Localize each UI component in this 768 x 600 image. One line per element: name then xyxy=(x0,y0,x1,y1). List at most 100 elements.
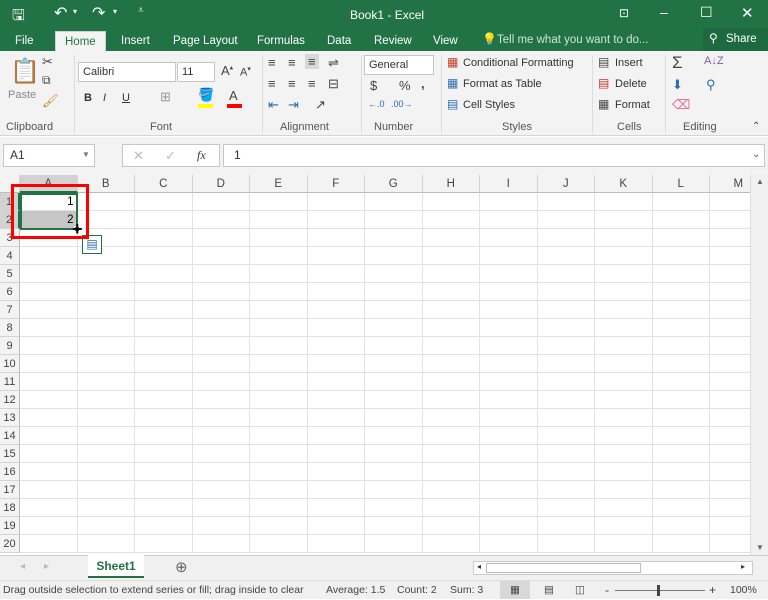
column-header-D[interactable]: D xyxy=(192,175,250,193)
cell-G18[interactable] xyxy=(365,499,423,517)
cell-L13[interactable] xyxy=(652,409,710,427)
underline-button[interactable]: U xyxy=(122,92,130,104)
cell-E7[interactable] xyxy=(250,301,308,319)
cell-M9[interactable] xyxy=(710,337,750,355)
cell-G17[interactable] xyxy=(365,481,423,499)
cell-C6[interactable] xyxy=(135,283,193,301)
column-header-A[interactable]: A xyxy=(20,175,78,193)
undo-dropdown-icon[interactable]: ▾ xyxy=(73,7,77,16)
cell-A14[interactable] xyxy=(20,427,78,445)
column-header-B[interactable]: B xyxy=(77,175,135,193)
cell-G9[interactable] xyxy=(365,337,423,355)
page-break-preview-icon[interactable]: ◫ xyxy=(575,581,585,600)
cell-F2[interactable] xyxy=(307,211,365,229)
cell-A5[interactable] xyxy=(20,265,78,283)
cell-D19[interactable] xyxy=(192,517,250,535)
cell-E10[interactable] xyxy=(250,355,308,373)
cell-H17[interactable] xyxy=(422,481,480,499)
cell-E3[interactable] xyxy=(250,229,308,247)
row-header-12[interactable]: 12 xyxy=(0,391,20,409)
column-header-J[interactable]: J xyxy=(537,175,595,193)
tab-home[interactable]: Home xyxy=(55,31,106,51)
cell-I1[interactable] xyxy=(480,193,538,211)
cell-H4[interactable] xyxy=(422,247,480,265)
cell-E17[interactable] xyxy=(250,481,308,499)
cell-K18[interactable] xyxy=(595,499,653,517)
cell-F11[interactable] xyxy=(307,373,365,391)
cell-D17[interactable] xyxy=(192,481,250,499)
orientation-icon[interactable]: ↗ xyxy=(315,97,326,113)
column-header-I[interactable]: I xyxy=(480,175,538,193)
normal-view-icon[interactable]: ▦ xyxy=(500,581,530,599)
cell-G11[interactable] xyxy=(365,373,423,391)
cell-styles-button[interactable]: Cell Styles xyxy=(463,99,515,111)
row-header-20[interactable]: 20 xyxy=(0,535,20,553)
cell-C5[interactable] xyxy=(135,265,193,283)
cell-I8[interactable] xyxy=(480,319,538,337)
cell-E19[interactable] xyxy=(250,517,308,535)
row-header-8[interactable]: 8 xyxy=(0,319,20,337)
cell-D20[interactable] xyxy=(192,535,250,553)
tab-view[interactable]: View xyxy=(424,31,467,51)
cell-K17[interactable] xyxy=(595,481,653,499)
cell-L10[interactable] xyxy=(652,355,710,373)
cell-F15[interactable] xyxy=(307,445,365,463)
cell-D1[interactable] xyxy=(192,193,250,211)
select-all-corner[interactable] xyxy=(0,175,20,193)
cell-L11[interactable] xyxy=(652,373,710,391)
delete-cells-button[interactable]: Delete xyxy=(615,78,647,90)
tab-page-layout[interactable]: Page Layout xyxy=(164,31,247,51)
tab-formulas[interactable]: Formulas xyxy=(248,31,314,51)
autosum-button[interactable]: Σ xyxy=(672,53,683,73)
column-header-L[interactable]: L xyxy=(652,175,710,193)
cell-M2[interactable] xyxy=(710,211,750,229)
cell-B13[interactable] xyxy=(77,409,135,427)
cell-D2[interactable] xyxy=(192,211,250,229)
cell-E5[interactable] xyxy=(250,265,308,283)
cell-K4[interactable] xyxy=(595,247,653,265)
cell-B2[interactable] xyxy=(77,211,135,229)
insert-cells-button[interactable]: Insert xyxy=(615,57,643,69)
row-header-10[interactable]: 10 xyxy=(0,355,20,373)
cell-I18[interactable] xyxy=(480,499,538,517)
cell-J12[interactable] xyxy=(537,391,595,409)
cell-A2[interactable]: 2 xyxy=(20,211,78,229)
cell-B9[interactable] xyxy=(77,337,135,355)
cell-G3[interactable] xyxy=(365,229,423,247)
middle-align-icon[interactable]: ≡ xyxy=(288,55,296,70)
cell-M11[interactable] xyxy=(710,373,750,391)
cell-L8[interactable] xyxy=(652,319,710,337)
row-header-11[interactable]: 11 xyxy=(0,373,20,391)
align-right-icon[interactable]: ≡ xyxy=(308,76,316,91)
cell-H3[interactable] xyxy=(422,229,480,247)
cell-B1[interactable] xyxy=(77,193,135,211)
cell-L17[interactable] xyxy=(652,481,710,499)
cell-K1[interactable] xyxy=(595,193,653,211)
cell-C11[interactable] xyxy=(135,373,193,391)
decrease-font-size-icon[interactable]: A▾ xyxy=(240,65,251,79)
cell-G2[interactable] xyxy=(365,211,423,229)
cell-C8[interactable] xyxy=(135,319,193,337)
row-header-17[interactable]: 17 xyxy=(0,481,20,499)
cell-I15[interactable] xyxy=(480,445,538,463)
decrease-decimal-icon[interactable]: .00→ xyxy=(391,99,413,109)
cell-D10[interactable] xyxy=(192,355,250,373)
format-painter-icon[interactable]: 🖌 xyxy=(42,93,59,109)
cell-J15[interactable] xyxy=(537,445,595,463)
cell-B19[interactable] xyxy=(77,517,135,535)
cell-B7[interactable] xyxy=(77,301,135,319)
cell-F1[interactable] xyxy=(307,193,365,211)
cell-F20[interactable] xyxy=(307,535,365,553)
cell-A20[interactable] xyxy=(20,535,78,553)
maximize-icon[interactable]: ☐ xyxy=(700,4,713,21)
next-sheet-icon[interactable]: ▸ xyxy=(44,561,49,572)
cell-K19[interactable] xyxy=(595,517,653,535)
currency-button[interactable]: $ xyxy=(370,78,377,93)
cell-G15[interactable] xyxy=(365,445,423,463)
row-header-5[interactable]: 5 xyxy=(0,265,20,283)
cell-K20[interactable] xyxy=(595,535,653,553)
cell-H16[interactable] xyxy=(422,463,480,481)
cell-E13[interactable] xyxy=(250,409,308,427)
cell-J6[interactable] xyxy=(537,283,595,301)
cell-D8[interactable] xyxy=(192,319,250,337)
